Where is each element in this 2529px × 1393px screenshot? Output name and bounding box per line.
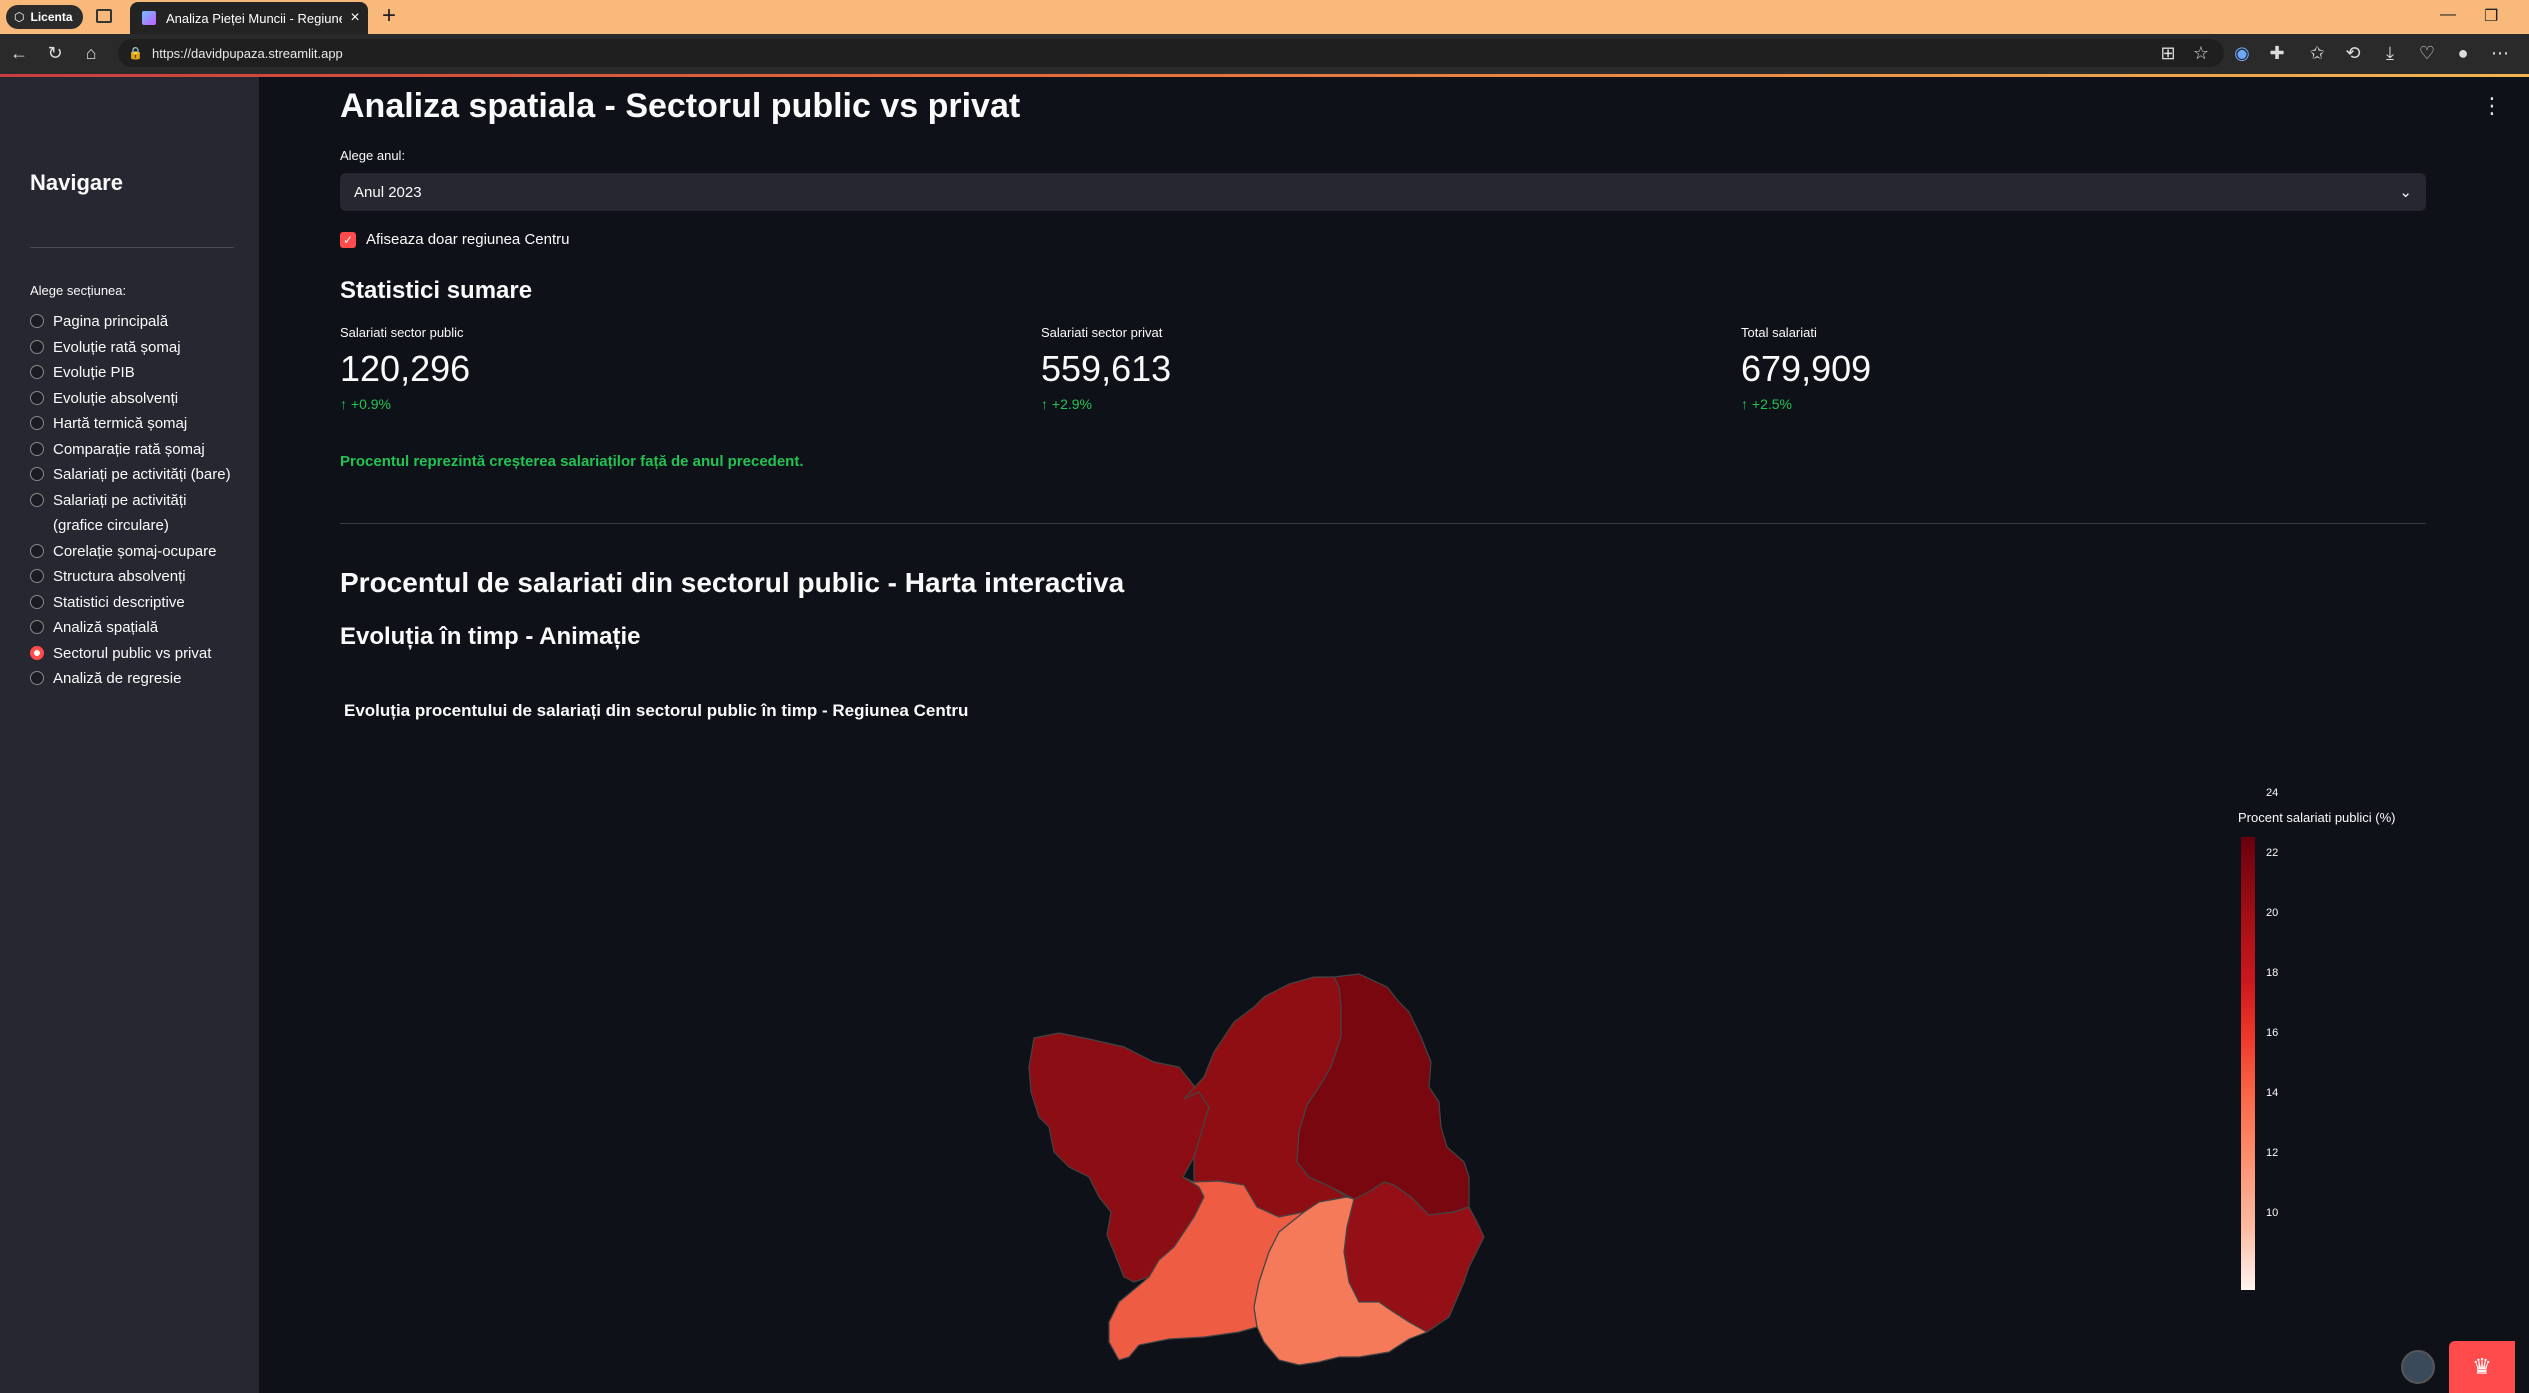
favicon-icon xyxy=(142,11,156,25)
colorbar-tick-label: 14 xyxy=(2266,1087,2279,1099)
radio-empty-icon xyxy=(30,416,44,430)
colorbar-tick-label: 18 xyxy=(2266,967,2279,979)
sidebar-radio-item[interactable]: Structura absolvenți xyxy=(30,564,240,590)
sidebar-radio-label: Corelație șomaj-ocupare xyxy=(53,542,217,560)
profile-icon: ⬡ xyxy=(14,10,25,24)
sidebar-radio-item[interactable]: Evoluție absolvenți xyxy=(30,386,240,412)
radio-empty-icon xyxy=(30,365,44,379)
new-tab-button[interactable]: + xyxy=(376,4,402,30)
app-available-icon[interactable]: ⊞ xyxy=(2157,42,2179,64)
profile-label: Licenta xyxy=(30,10,73,24)
more-menu-icon[interactable]: ⋯ xyxy=(2489,42,2511,64)
sidebar-radio-item[interactable]: Evoluție rată șomaj xyxy=(30,335,240,361)
sidebar-radio-item[interactable]: Corelație șomaj-ocupare xyxy=(30,539,240,565)
section-radio-group: Pagina principală Evoluție rată șomaj Evol… xyxy=(30,309,240,692)
restore-icon[interactable]: ❐ xyxy=(2484,6,2498,26)
history-icon[interactable]: ⟲ xyxy=(2342,42,2364,64)
colorbar-tick-label: 20 xyxy=(2266,907,2279,919)
download-icon[interactable]: ⤓ xyxy=(2379,42,2401,64)
sidebar-radio-item[interactable]: Salariați pe activități (grafice circula… xyxy=(30,488,240,539)
sidebar-radio-label: Hartă termică șomaj xyxy=(53,415,188,432)
tab-title: Analiza Pieței Muncii - Regiunea C xyxy=(166,10,342,26)
choropleth-map[interactable] xyxy=(259,77,2529,1393)
streamlit-crown-icon[interactable]: ♛ xyxy=(2449,1341,2515,1393)
radio-empty-icon xyxy=(30,441,44,456)
favorite-star-icon[interactable]: ☆ xyxy=(2190,42,2212,64)
colorbar-tick-label: 10 xyxy=(2266,1207,2279,1219)
sidebar-title: Navigare xyxy=(30,170,123,195)
main-content: ⋮ Analiza spatiala - Sectorul public vs … xyxy=(259,77,2529,1393)
sidebar-radio-item[interactable]: Hartă termică șomaj xyxy=(30,411,240,437)
section-radio-label: Alege secțiunea: xyxy=(30,283,127,298)
radio-selected-icon xyxy=(30,645,44,660)
radio-empty-icon xyxy=(30,594,44,609)
colorbar-tick-label: 22 xyxy=(2266,847,2279,859)
radio-empty-icon xyxy=(30,543,44,558)
lock-icon: 🔒 xyxy=(128,46,143,60)
sidebar-divider xyxy=(30,247,234,248)
sidebar-radio-item[interactable]: Statistici descriptive xyxy=(30,590,240,616)
reload-icon[interactable]: ↻ xyxy=(44,42,66,64)
browser-tab-bar: ⬡ Licenta Analiza Pieței Muncii - Regiun… xyxy=(0,0,2529,34)
tab-actions-icon[interactable] xyxy=(96,9,112,23)
health-icon[interactable]: ♡ xyxy=(2416,42,2438,64)
sidebar-radio-label: Analiză spațială xyxy=(53,619,159,636)
sidebar-radio-label: Evoluție rată șomaj xyxy=(53,338,181,356)
radio-empty-icon xyxy=(30,314,44,328)
browser-nav-bar: ← ↻ ⌂ 🔒 https://davidpupaza.streamlit.ap… xyxy=(0,34,2529,74)
radio-empty-icon xyxy=(30,467,44,481)
sidebar-radio-label: Statistici descriptive xyxy=(53,593,185,611)
extensions-puzzle-icon[interactable]: ✚ xyxy=(2266,42,2288,64)
extension-icon[interactable]: ◉ xyxy=(2231,42,2253,64)
address-bar[interactable]: 🔒 https://davidpupaza.streamlit.app xyxy=(118,39,2224,67)
sidebar-radio-item[interactable]: Salariați pe activități (bare) xyxy=(30,462,240,488)
sidebar-radio-label: Comparație rată șomaj xyxy=(53,440,205,458)
colorbar-title: Procent salariati publici (%) xyxy=(2238,810,2396,825)
colorbar-tick-label: 16 xyxy=(2266,1027,2279,1039)
sidebar-radio-label: Pagina principală xyxy=(53,313,169,330)
sidebar-radio-item[interactable]: Analiză de regresie xyxy=(30,666,240,692)
colorbar-tick-label: 24 xyxy=(2266,787,2279,799)
minimize-icon[interactable]: — xyxy=(2440,6,2456,24)
colorbar-tick-label: 12 xyxy=(2266,1147,2279,1159)
radio-empty-icon xyxy=(30,569,44,583)
sidebar-radio-label: Salariați pe activități (grafice circula… xyxy=(53,491,187,535)
radio-empty-icon xyxy=(30,620,44,634)
sidebar-radio-item[interactable]: Comparație rată șomaj xyxy=(30,437,240,463)
back-icon[interactable]: ← xyxy=(8,42,30,64)
user-avatar-icon[interactable]: ● xyxy=(2452,42,2474,64)
sidebar-radio-label: Salariați pe activități (bare) xyxy=(53,466,231,483)
sidebar-radio-item[interactable]: Pagina principală xyxy=(30,309,240,335)
favorites-icon[interactable]: ✩ xyxy=(2306,42,2328,64)
sidebar-radio-item[interactable]: Evoluție PIB xyxy=(30,360,240,386)
url-text: https://davidpupaza.streamlit.app xyxy=(152,45,343,61)
browser-tab-active[interactable]: Analiza Pieței Muncii - Regiunea C × xyxy=(130,2,368,34)
sidebar-radio-label: Evoluție PIB xyxy=(53,364,135,381)
close-tab-icon[interactable]: × xyxy=(342,9,368,27)
radio-empty-icon xyxy=(30,492,44,507)
creator-avatar[interactable] xyxy=(2401,1350,2435,1384)
sidebar: Navigare Alege secțiunea: Pagina princip… xyxy=(0,77,259,1393)
sidebar-radio-label: Evoluție absolvenți xyxy=(53,389,179,407)
sidebar-radio-item[interactable]: Sectorul public vs privat xyxy=(30,641,240,667)
radio-empty-icon xyxy=(30,671,44,685)
radio-empty-icon xyxy=(30,339,44,354)
sidebar-radio-label: Analiză de regresie xyxy=(53,670,182,687)
sidebar-radio-item[interactable]: Analiză spațială xyxy=(30,615,240,641)
radio-empty-icon xyxy=(30,390,44,405)
sidebar-radio-label: Sectorul public vs privat xyxy=(53,644,212,662)
colorbar xyxy=(2241,837,2255,1290)
sidebar-radio-label: Structura absolvenți xyxy=(53,568,186,585)
profile-button[interactable]: ⬡ Licenta xyxy=(6,5,83,29)
home-icon[interactable]: ⌂ xyxy=(80,42,102,64)
